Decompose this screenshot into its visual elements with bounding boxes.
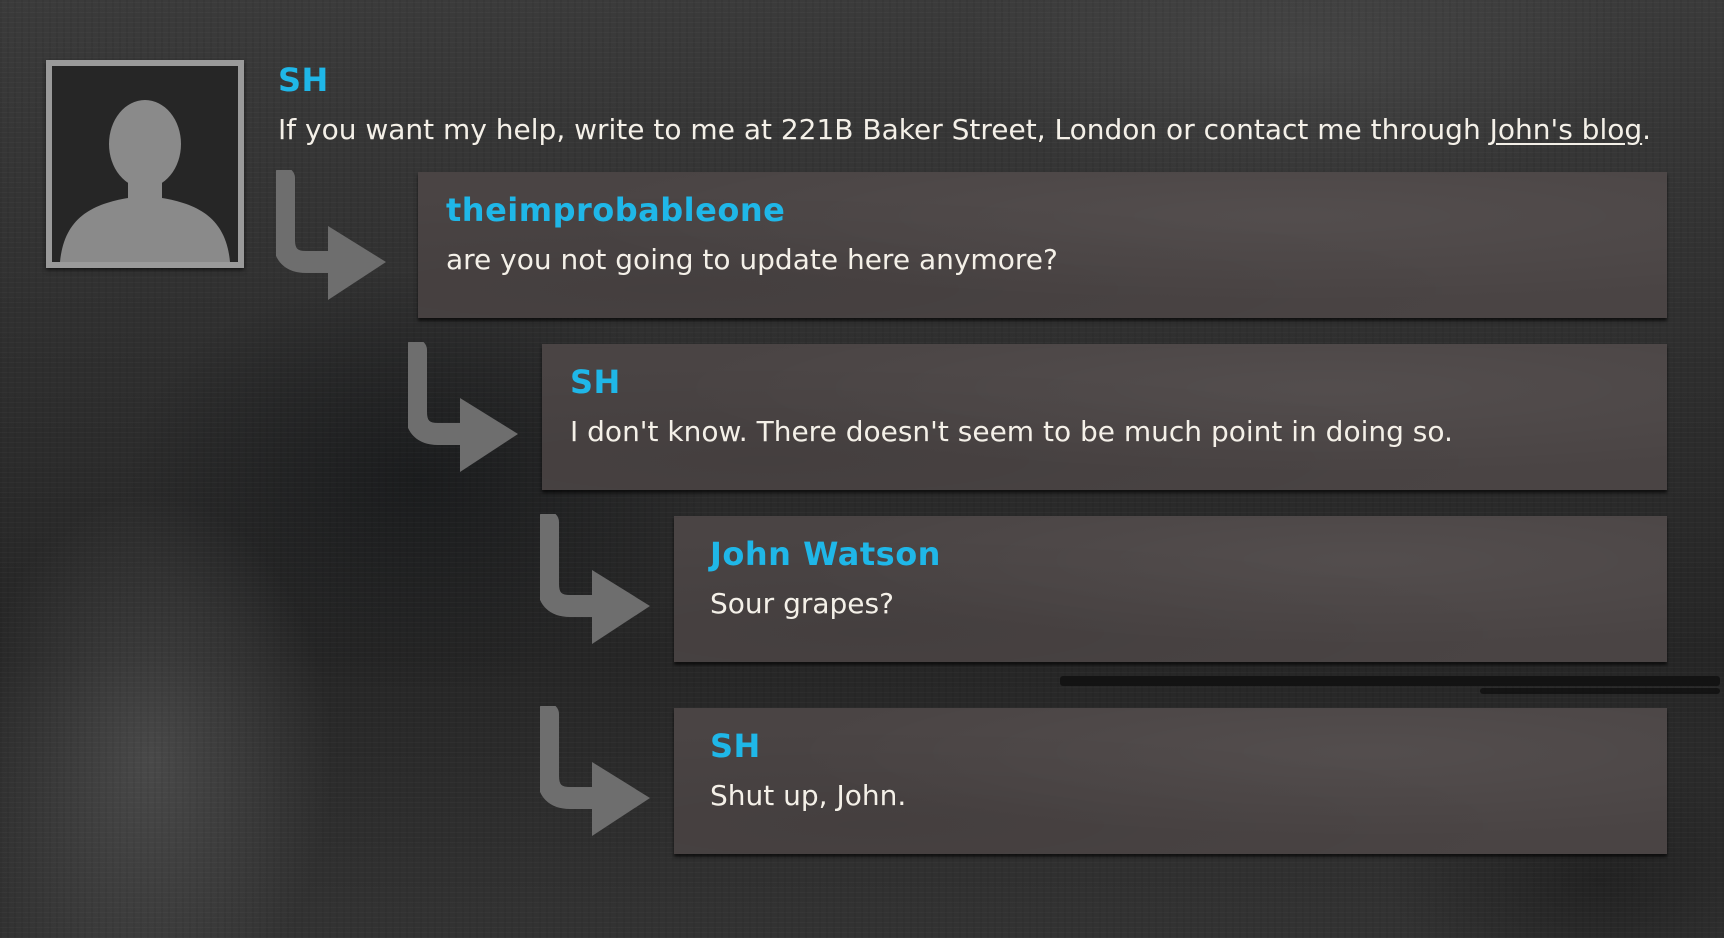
comment-text: I don't know. There doesn't seem to be m… (570, 415, 1453, 448)
comment-text: Sour grapes? (710, 587, 894, 620)
background-stain (1480, 688, 1720, 694)
reply-arrow-icon (405, 339, 526, 482)
comment-author[interactable]: SH (278, 60, 1698, 100)
reply-comment: John Watson Sour grapes? (674, 516, 1667, 662)
silhouette-avatar-icon (52, 66, 238, 262)
comment-author[interactable]: John Watson (710, 534, 1639, 574)
reply-comment: SH Shut up, John. (674, 708, 1667, 854)
reply-comment: theimprobableone are you not going to up… (418, 172, 1667, 318)
comment-author[interactable]: SH (710, 726, 1639, 766)
comment-main: SH If you want my help, write to me at 2… (278, 60, 1698, 148)
avatar[interactable] (46, 60, 244, 268)
comment-author[interactable]: SH (570, 362, 1639, 402)
comment-author[interactable]: theimprobableone (446, 190, 1639, 230)
reply-arrow-icon (537, 703, 658, 846)
comment-text: Shut up, John. (710, 779, 907, 812)
reply-arrow-icon (273, 167, 394, 310)
background-stain (1060, 676, 1720, 686)
comment-text-prefix: If you want my help, write to me at 221B… (278, 113, 1490, 146)
johns-blog-link[interactable]: John's blog (1490, 113, 1643, 146)
reply-comment: SH I don't know. There doesn't seem to b… (542, 344, 1667, 490)
comment-text-suffix: . (1642, 113, 1652, 146)
comment-text: are you not going to update here anymore… (446, 243, 1058, 276)
reply-arrow-icon (537, 511, 658, 654)
comment-text: If you want my help, write to me at 221B… (278, 112, 1698, 148)
